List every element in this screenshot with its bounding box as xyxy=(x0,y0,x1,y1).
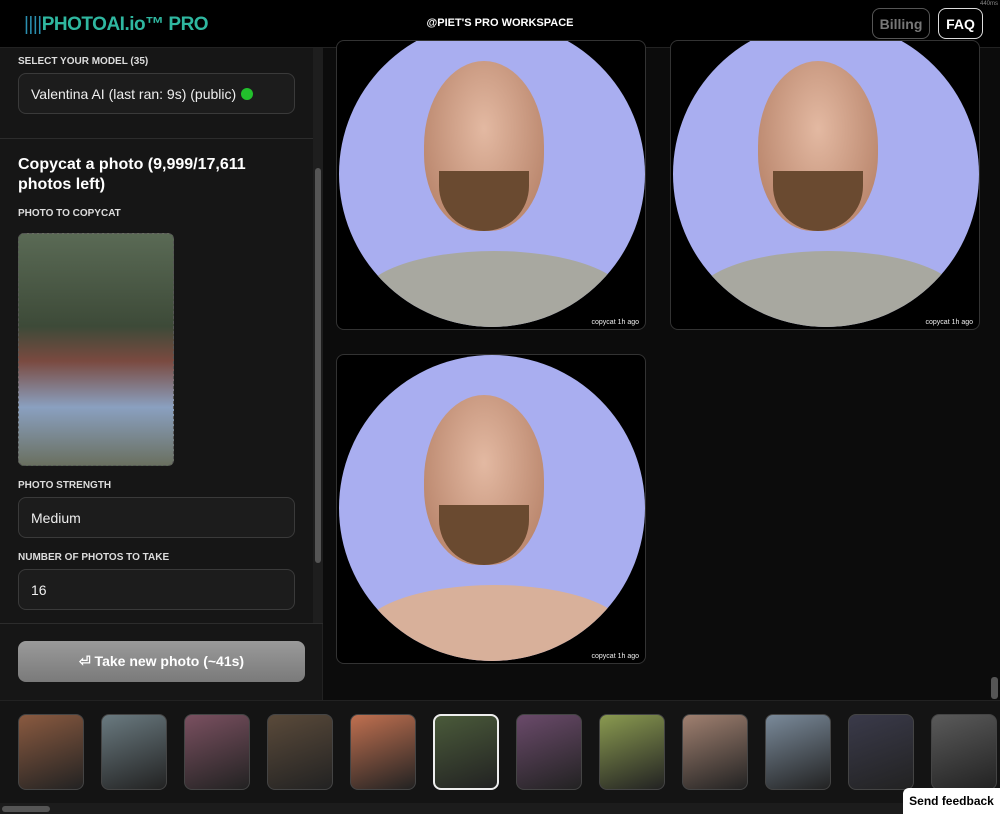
photo-caption: copycat 1h ago xyxy=(925,319,973,326)
thumbnail-strip xyxy=(0,700,1000,814)
horizontal-scrollbar[interactable] xyxy=(0,803,1000,814)
sidebar: SELECT YOUR MODEL (35) Valentina AI (las… xyxy=(0,48,323,700)
thumbnail-photo[interactable] xyxy=(931,714,997,790)
workspace-title: @PIET'S PRO WORKSPACE xyxy=(426,17,574,29)
count-label: NUMBER OF PHOTOS TO TAKE xyxy=(18,552,170,563)
thumbnail-photo[interactable] xyxy=(516,714,582,790)
count-input[interactable]: 16 xyxy=(18,569,295,610)
photo-caption: copycat 1h ago xyxy=(591,653,639,660)
thumbnail-photo[interactable] xyxy=(433,714,499,790)
copy-label: PHOTO TO COPYCAT xyxy=(18,208,121,219)
photo-portrait xyxy=(339,41,645,327)
main-scrollbar[interactable] xyxy=(991,677,998,699)
photo-portrait xyxy=(339,355,645,661)
send-feedback-button[interactable]: Send feedback xyxy=(903,788,1000,814)
divider xyxy=(0,138,313,139)
scrollbar-thumb[interactable] xyxy=(2,806,50,812)
photo-caption: copycat 1h ago xyxy=(591,319,639,326)
thumbnail-photo[interactable] xyxy=(267,714,333,790)
section-title: Copycat a photo (9,999/17,611 photos lef… xyxy=(18,156,246,193)
gallery-photo[interactable]: copycat 1h ago xyxy=(336,354,646,664)
photo-portrait xyxy=(673,41,979,327)
model-value: Valentina AI (last ran: 9s) (public) xyxy=(31,85,237,102)
status-dot-icon xyxy=(241,87,254,100)
thumbnail-photo[interactable] xyxy=(599,714,665,790)
scrollbar-thumb[interactable] xyxy=(315,168,321,563)
gallery-photo[interactable]: copycat 1h ago xyxy=(670,40,980,330)
thumbnail-photo[interactable] xyxy=(18,714,84,790)
divider xyxy=(0,623,323,624)
strength-label: PHOTO STRENGTH xyxy=(18,480,112,491)
take-photo-button[interactable]: ⏎ Take new photo (~41s) xyxy=(18,641,305,682)
thumbnail-photo[interactable] xyxy=(848,714,914,790)
sidebar-scrollbar[interactable] xyxy=(313,48,323,623)
model-label: SELECT YOUR MODEL (35) xyxy=(18,56,149,67)
model-select[interactable]: Valentina AI (last ran: 9s) (public) xyxy=(18,73,295,114)
thumbnail-photo[interactable] xyxy=(682,714,748,790)
thumbnail-photo[interactable] xyxy=(350,714,416,790)
faq-button[interactable]: FAQ xyxy=(938,8,983,39)
thumbnail-photo[interactable] xyxy=(184,714,250,790)
thumbnail-photo[interactable] xyxy=(765,714,831,790)
gallery-photo[interactable]: copycat 1h ago xyxy=(336,40,646,330)
copycat-photo-upload[interactable] xyxy=(18,233,174,466)
billing-button[interactable]: Billing xyxy=(872,8,930,39)
thumbnail-photo[interactable] xyxy=(101,714,167,790)
strength-select[interactable]: Medium xyxy=(18,497,295,538)
latency-readout: 440ms xyxy=(979,1,998,7)
